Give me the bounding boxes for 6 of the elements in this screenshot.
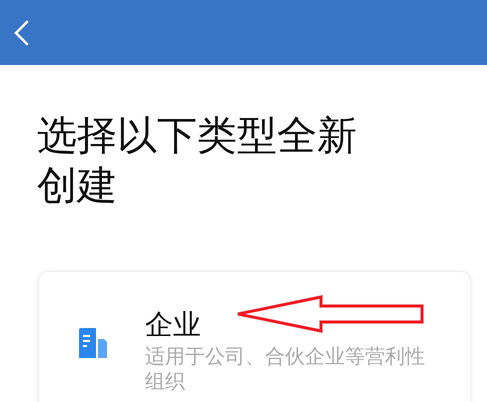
option-description: 适用于公司、合伙企业等营利性组织 [145,344,426,394]
option-card[interactable]: 企业 适用于公司、合伙企业等营利性组织 [38,271,471,402]
page-heading: 选择以下类型全新创建 [37,112,358,211]
back-icon[interactable] [13,20,29,46]
option-title: 企业 [145,308,201,342]
building-icon [79,328,107,358]
